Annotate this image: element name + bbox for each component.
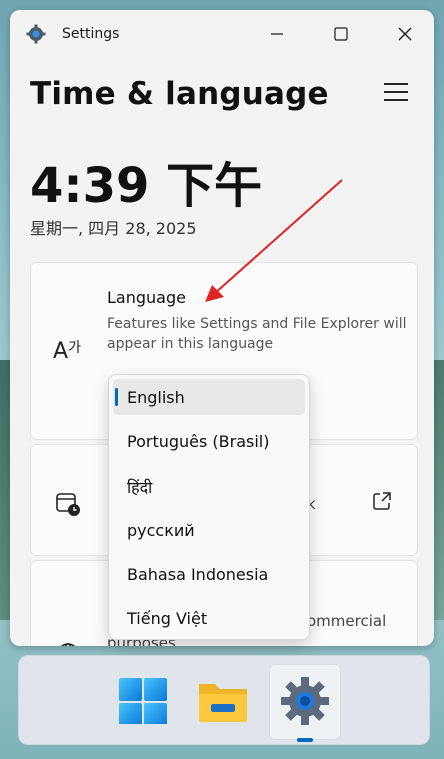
language-option-vietnamese[interactable]: Tiếng Việt — [113, 600, 305, 636]
maximize-button[interactable] — [318, 20, 364, 48]
minimize-button[interactable] — [254, 20, 300, 48]
start-button[interactable] — [115, 668, 171, 726]
taskbar — [18, 655, 430, 745]
close-button[interactable] — [382, 20, 428, 48]
language-icon: A가 — [53, 339, 81, 364]
language-option-english[interactable]: English — [113, 379, 305, 415]
hamburger-menu-icon[interactable] — [382, 80, 410, 104]
title-bar: Settings — [10, 10, 434, 58]
settings-gear-icon — [281, 677, 329, 725]
active-app-indicator — [297, 738, 313, 742]
language-title: Language — [107, 288, 186, 307]
calendar-clock-icon — [56, 493, 80, 516]
maximize-icon — [334, 27, 348, 41]
window-title: Settings — [62, 26, 120, 42]
file-explorer-button[interactable] — [195, 668, 251, 724]
card3-partial-text: ommercial — [307, 612, 387, 630]
language-option-hindi[interactable]: हिंदी — [113, 467, 305, 503]
current-date: 星期一, 四月 28, 2025 — [30, 219, 197, 238]
language-description: Features like Settings and File Explorer… — [107, 316, 407, 352]
language-dropdown[interactable]: English Português (Brasil) हिंदी русский… — [108, 374, 310, 640]
language-option-portuguese[interactable]: Português (Brasil) — [113, 423, 305, 459]
current-time: 4:39 下午 — [30, 158, 263, 214]
folder-icon — [199, 684, 247, 722]
close-icon — [398, 27, 412, 41]
settings-taskbar-button[interactable] — [269, 664, 341, 740]
globe-icon — [60, 643, 76, 646]
page-title: Time & language — [30, 76, 329, 112]
language-option-russian[interactable]: русский — [113, 512, 305, 548]
settings-gear-icon — [26, 24, 46, 44]
minimize-icon — [271, 33, 283, 35]
windows-logo-icon — [119, 678, 167, 726]
external-link-icon[interactable] — [371, 490, 393, 512]
language-option-indonesian[interactable]: Bahasa Indonesia — [113, 556, 305, 592]
